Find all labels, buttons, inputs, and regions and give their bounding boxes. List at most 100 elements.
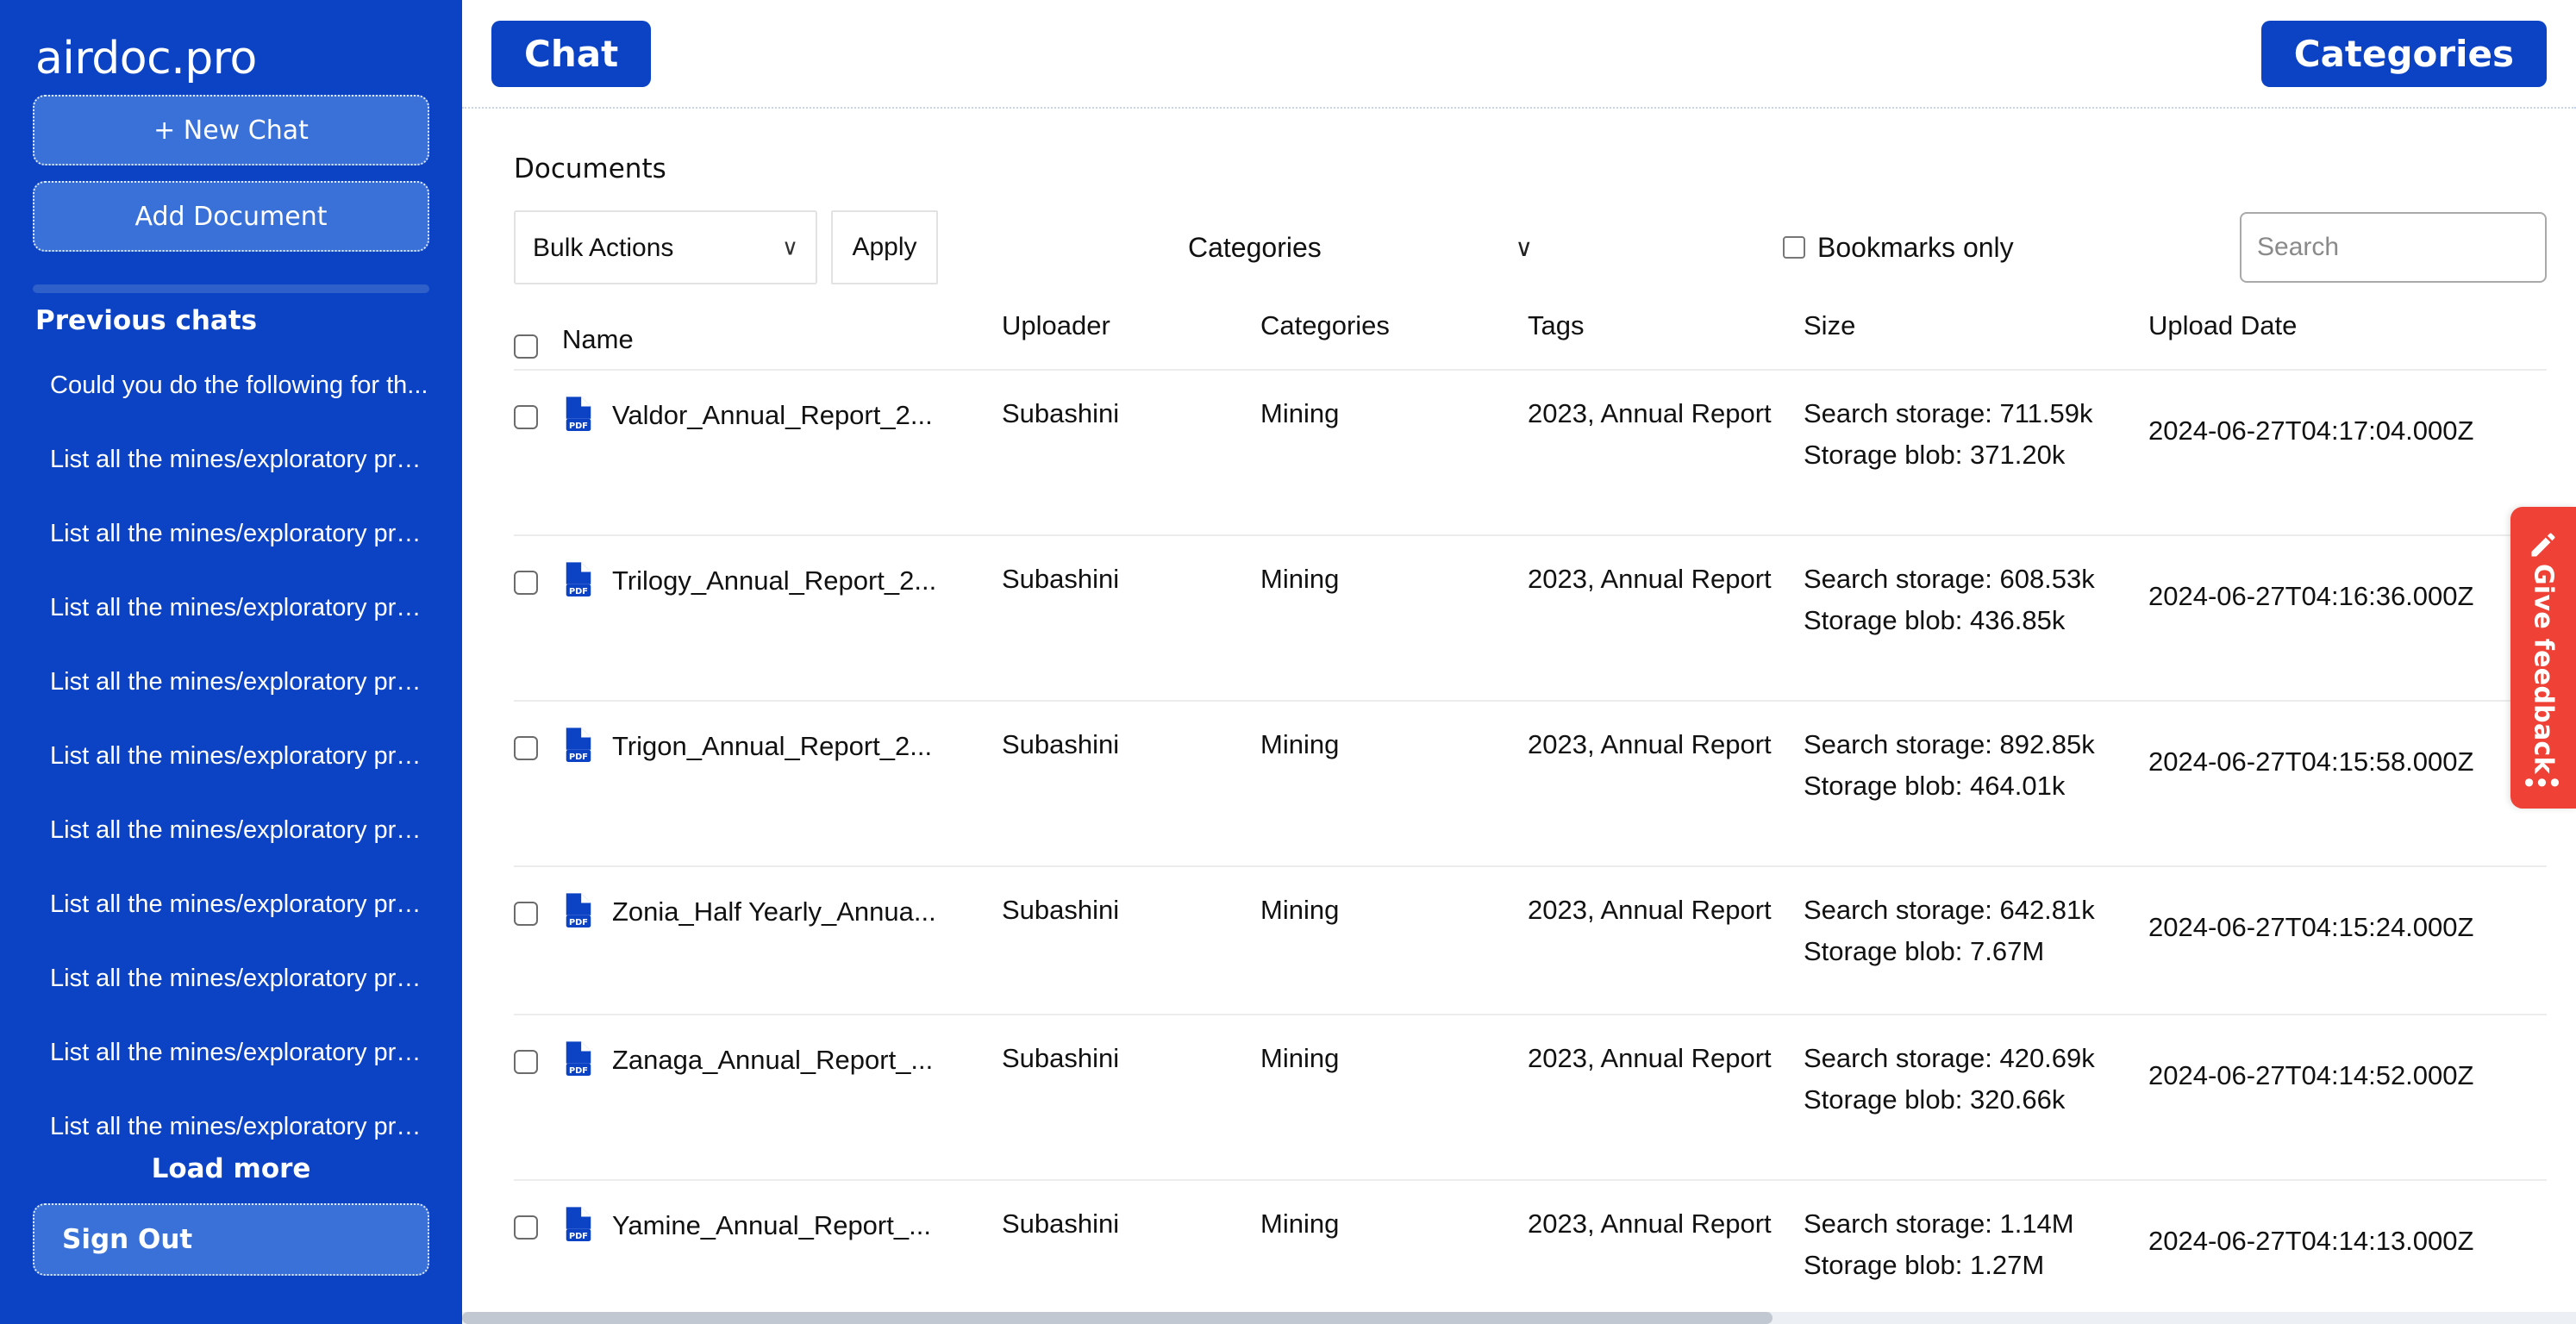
row-size: Search storage: 892.85k Storage blob: 46… bbox=[1804, 724, 2148, 807]
tab-chat[interactable]: Chat bbox=[491, 20, 652, 87]
select-all-checkbox[interactable] bbox=[514, 334, 538, 359]
row-name-cell: PDF Trilogy_Annual_Report_2... bbox=[562, 559, 1002, 602]
row-name-cell: PDF Zanaga_Annual_Report_... bbox=[562, 1038, 1002, 1081]
give-feedback-tab[interactable]: Give feedback ••• bbox=[2510, 507, 2576, 809]
sidebar: airdoc.pro + New Chat Add Document Previ… bbox=[0, 0, 462, 1324]
brand-logo: airdoc.pro bbox=[35, 33, 257, 84]
table-row[interactable]: PDF Zanaga_Annual_Report_... Subashini M… bbox=[514, 1014, 2547, 1179]
row-size: Search storage: 608.53k Storage blob: 43… bbox=[1804, 559, 2148, 641]
bookmarks-only-toggle[interactable]: Bookmarks only bbox=[1783, 232, 2014, 264]
table-row[interactable]: PDF Trilogy_Annual_Report_2... Subashini… bbox=[514, 534, 2547, 700]
row-upload-date: 2024-06-27T04:15:24.000Z bbox=[2148, 912, 2474, 942]
svg-text:PDF: PDF bbox=[569, 918, 588, 927]
document-name[interactable]: Trigon_Annual_Report_2... bbox=[612, 724, 932, 767]
row-upload-date: 2024-06-27T04:14:13.000Z bbox=[2148, 1226, 2474, 1256]
add-document-button[interactable]: Add Document bbox=[33, 181, 429, 253]
header-cell-upload-date[interactable]: Upload Date bbox=[2148, 310, 2547, 341]
table-row[interactable]: PDF Trigon_Annual_Report_2... Subashini … bbox=[514, 700, 2547, 865]
sign-out-button[interactable]: Sign Out bbox=[33, 1203, 429, 1277]
load-more-button[interactable]: Load more bbox=[33, 1145, 429, 1203]
row-storage-blob: Storage blob: 371.20k bbox=[1804, 440, 2066, 471]
header-cell-tags[interactable]: Tags bbox=[1528, 310, 1804, 341]
row-name-cell: PDF Zonia_Half Yearly_Annua... bbox=[562, 890, 1002, 933]
row-tags: 2023, Annual Report bbox=[1528, 895, 1772, 925]
row-storage-blob: Storage blob: 320.66k bbox=[1804, 1084, 2066, 1115]
row-categories: Mining bbox=[1260, 1043, 1340, 1073]
feedback-more-icon[interactable]: ••• bbox=[2524, 769, 2563, 797]
bulk-actions-wrapper: Bulk Actions ∨ bbox=[514, 210, 817, 284]
row-categories: Mining bbox=[1260, 895, 1340, 925]
bookmarks-checkbox[interactable] bbox=[1783, 236, 1805, 259]
row-search-storage: Search storage: 608.53k bbox=[1804, 564, 2095, 594]
svg-text:PDF: PDF bbox=[569, 587, 588, 596]
row-checkbox[interactable] bbox=[514, 405, 538, 429]
row-uploader: Subashini bbox=[1002, 398, 1120, 428]
apply-button[interactable]: Apply bbox=[831, 210, 938, 284]
header-cell-name[interactable]: Name bbox=[562, 310, 1002, 355]
sidebar-footer: Load more Sign Out bbox=[33, 1145, 429, 1324]
pdf-icon: PDF bbox=[566, 728, 591, 762]
row-search-storage: Search storage: 420.69k bbox=[1804, 1043, 2095, 1073]
categories-filter-dropdown[interactable]: Categories ∨ bbox=[1188, 232, 1533, 264]
row-upload-date: 2024-06-27T04:15:58.000Z bbox=[2148, 746, 2474, 777]
svg-text:PDF: PDF bbox=[569, 753, 588, 762]
document-name[interactable]: Yamine_Annual_Report_... bbox=[612, 1203, 931, 1246]
horizontal-scrollbar[interactable] bbox=[462, 1312, 2576, 1324]
row-name-cell: PDF Trigon_Annual_Report_2... bbox=[562, 724, 1002, 767]
chevron-down-icon: ∨ bbox=[1515, 234, 1534, 261]
chat-list-item[interactable]: List all the mines/exploratory pro... bbox=[33, 571, 429, 645]
row-uploader: Subashini bbox=[1002, 1208, 1120, 1239]
chat-list-item[interactable]: List all the mines/exploratory pro... bbox=[33, 422, 429, 496]
table-row[interactable]: PDF Valdor_Annual_Report_2... Subashini … bbox=[514, 369, 2547, 534]
select-all-cell bbox=[514, 310, 562, 363]
chat-list-item[interactable]: List all the mines/exploratory pro... bbox=[33, 941, 429, 1015]
row-select-cell bbox=[514, 1038, 562, 1078]
row-search-storage: Search storage: 711.59k bbox=[1804, 398, 2093, 428]
document-name[interactable]: Valdor_Annual_Report_2... bbox=[612, 393, 933, 436]
tab-categories[interactable]: Categories bbox=[2260, 20, 2547, 87]
search-input[interactable] bbox=[2240, 212, 2547, 283]
row-upload-date: 2024-06-27T04:16:36.000Z bbox=[2148, 581, 2474, 611]
bookmarks-only-label: Bookmarks only bbox=[1817, 231, 2014, 263]
chat-list-item[interactable]: List all the mines/exploratory pro... bbox=[33, 1015, 429, 1090]
chat-list-item[interactable]: List all the mines/exploratory pro... bbox=[33, 867, 429, 941]
document-name[interactable]: Trilogy_Annual_Report_2... bbox=[612, 559, 936, 602]
row-checkbox[interactable] bbox=[514, 736, 538, 760]
pdf-icon: PDF bbox=[566, 1041, 591, 1076]
scrollbar-thumb[interactable] bbox=[462, 1312, 1773, 1324]
svg-text:PDF: PDF bbox=[569, 1066, 588, 1076]
chat-list-item[interactable]: List all the mines/exploratory pro... bbox=[33, 1090, 429, 1145]
row-categories: Mining bbox=[1260, 1208, 1340, 1239]
row-storage-blob: Storage blob: 7.67M bbox=[1804, 936, 2045, 967]
table-row[interactable]: PDF Yamine_Annual_Report_... Subashini M… bbox=[514, 1179, 2547, 1324]
top-bar: Chat Categories bbox=[462, 0, 2576, 109]
chat-list-item[interactable]: List all the mines/exploratory pro... bbox=[33, 793, 429, 867]
row-size: Search storage: 1.14M Storage blob: 1.27… bbox=[1804, 1203, 2148, 1286]
row-uploader: Subashini bbox=[1002, 729, 1120, 759]
new-chat-button[interactable]: + New Chat bbox=[33, 95, 429, 166]
row-checkbox[interactable] bbox=[514, 571, 538, 595]
bulk-actions-select[interactable]: Bulk Actions bbox=[514, 210, 817, 284]
chat-list-item[interactable]: List all the mines/exploratory pro... bbox=[33, 645, 429, 719]
header-cell-size[interactable]: Size bbox=[1804, 310, 2148, 341]
row-checkbox[interactable] bbox=[514, 1215, 538, 1240]
document-name[interactable]: Zonia_Half Yearly_Annua... bbox=[612, 890, 936, 933]
row-storage-blob: Storage blob: 464.01k bbox=[1804, 771, 2066, 802]
row-checkbox[interactable] bbox=[514, 902, 538, 926]
row-storage-blob: Storage blob: 1.27M bbox=[1804, 1250, 2045, 1281]
row-select-cell bbox=[514, 559, 562, 599]
header-cell-categories[interactable]: Categories bbox=[1260, 310, 1528, 341]
chat-list-item[interactable]: List all the mines/exploratory pro... bbox=[33, 719, 429, 793]
main-panel: Chat Categories Documents Bulk Actions ∨… bbox=[462, 0, 2576, 1324]
previous-chats-heading: Previous chats bbox=[35, 305, 258, 337]
give-feedback-label: Give feedback bbox=[2528, 564, 2559, 775]
chat-list-item[interactable]: Could you do the following for th... bbox=[33, 348, 429, 422]
chat-list-item[interactable]: List all the mines/exploratory pro... bbox=[33, 496, 429, 571]
page-title: Documents bbox=[514, 153, 666, 184]
documents-table: Name Uploader Categories Tags Size Uploa… bbox=[491, 295, 2547, 1324]
header-cell-uploader[interactable]: Uploader bbox=[1002, 310, 1260, 341]
table-row[interactable]: PDF Zonia_Half Yearly_Annua... Subashini… bbox=[514, 865, 2547, 1014]
document-name[interactable]: Zanaga_Annual_Report_... bbox=[612, 1038, 933, 1081]
row-checkbox[interactable] bbox=[514, 1050, 538, 1074]
row-categories: Mining bbox=[1260, 564, 1340, 594]
